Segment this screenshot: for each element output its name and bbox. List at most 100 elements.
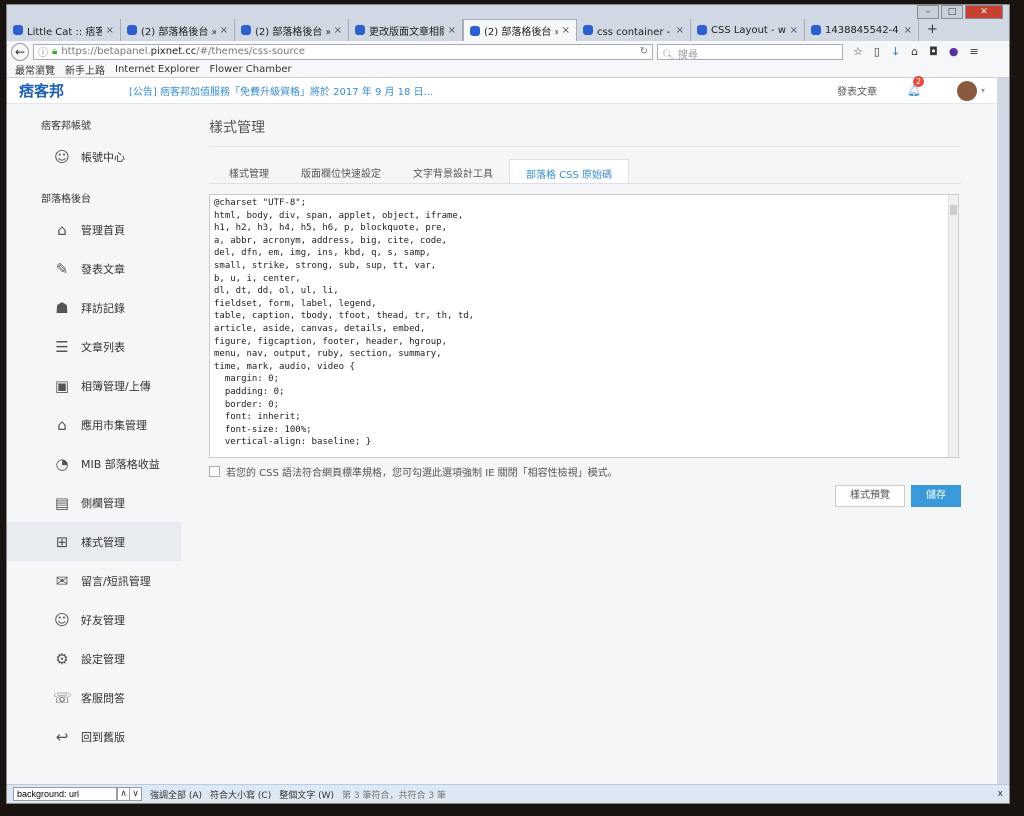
sidebar-item[interactable]: ◔ MIB 部落格收益 (7, 444, 181, 483)
yahoo-icon[interactable]: ● (949, 45, 959, 58)
announcement-link[interactable]: [公告] 痞客邦加值服務「免費升級資格」將於 2017 年 9 月 18 日..… (129, 83, 837, 98)
close-tab-icon[interactable]: × (562, 25, 570, 36)
sidebar-item[interactable]: ▤ 側欄管理 (7, 483, 181, 522)
home-icon: ⌂ (57, 220, 67, 239)
avatar[interactable] (956, 80, 977, 101)
browser-tab[interactable]: Little Cat :: 痞客邦 PIXNET × (7, 19, 121, 41)
tab-title: CSS Layout - width and (711, 24, 786, 36)
clipboard-icon[interactable]: ▯ (874, 45, 880, 58)
bookmark-item[interactable]: 新手上路 (65, 62, 105, 77)
sidebar-item[interactable]: ☗ 拜訪記錄 (7, 288, 181, 327)
search-input[interactable]: 🔍︎ 搜尋 (657, 43, 843, 61)
css-source-editor[interactable]: @charset "UTF-8"; html, body, div, span,… (209, 194, 959, 458)
close-window-button[interactable]: ✕ (965, 5, 1003, 19)
find-next-button[interactable]: ∨ (129, 787, 142, 801)
browser-tab[interactable]: (2) 部落格後台 » 樣式管理 × (463, 19, 577, 41)
close-tab-icon[interactable]: × (904, 25, 912, 36)
sidebar-item[interactable]: ↩ 回到舊版 (7, 717, 181, 756)
sidebar-item[interactable]: ☺ 好友管理 (7, 600, 181, 639)
info-icon[interactable]: ⓘ (38, 44, 48, 59)
preview-button[interactable]: 樣式預覽 (835, 485, 905, 507)
bookmark-item[interactable]: 最常瀏覽 (15, 62, 55, 77)
sidebar-item-label: 應用市集管理 (81, 418, 147, 432)
notification-badge: 2 (913, 76, 925, 87)
content-tab[interactable]: 版面欄位快速設定 (285, 159, 397, 183)
content-tab[interactable]: 文字背景設計工具 (397, 159, 509, 183)
sidebar-item-label: 發表文章 (81, 262, 125, 276)
page: 痞客邦 [公告] 痞客邦加值服務「免費升級資格」將於 2017 年 9 月 18… (7, 76, 997, 785)
post-article-link[interactable]: 發表文章 (837, 83, 877, 98)
edit-icon: ✎ (55, 259, 69, 278)
page-title: 樣式管理 (209, 117, 961, 147)
image-icon: ▣ (54, 376, 70, 395)
browser-tab[interactable]: css container - 雅虎奇摩 × (577, 19, 691, 41)
sidebar-item[interactable]: ☏ 客服問答 (7, 678, 181, 717)
close-tab-icon[interactable]: × (106, 25, 114, 36)
whole-words-button[interactable]: 整個文字 (W) (279, 788, 334, 801)
bookmark-item[interactable]: Flower Chamber (210, 64, 292, 75)
favicon-icon (127, 25, 137, 35)
gear-icon: ⚙ (55, 649, 69, 668)
bookmark-item[interactable]: Internet Explorer (115, 64, 200, 75)
reload-icon[interactable]: ↻ (640, 46, 648, 57)
site-header: 痞客邦 [公告] 痞客邦加值服務「免費升級資格」將於 2017 年 9 月 18… (7, 76, 997, 104)
save-button[interactable]: 儲存 (911, 485, 961, 507)
bookmarks-bar: 最常瀏覽 新手上路 Internet Explorer Flower Chamber (7, 62, 1009, 78)
close-tab-icon[interactable]: × (790, 25, 798, 36)
sidebar-item-label: 拜訪記錄 (81, 301, 125, 315)
new-tab-button[interactable]: + (919, 19, 946, 41)
minimize-button[interactable]: – (917, 5, 939, 19)
download-icon[interactable]: ↓ (891, 45, 900, 58)
url-prefix: https://betapanel. (61, 46, 151, 57)
sidebar-item[interactable]: ⊞ 樣式管理 (7, 522, 181, 561)
notification-bell-icon[interactable]: 🔔︎ 2 (907, 76, 925, 97)
home-icon[interactable]: ⌂ (911, 45, 918, 58)
chevron-down-icon[interactable]: ▾ (981, 86, 985, 95)
lock-icon: 🔒︎ (52, 46, 58, 57)
match-case-button[interactable]: 符合大小寫 (C) (210, 788, 271, 801)
sidebar-item[interactable]: ▣ 相簿管理/上傳 (7, 366, 181, 405)
browser-tab[interactable]: CSS Layout - width and × (691, 19, 805, 41)
sidebar-item[interactable]: ⌂ 應用市集管理 (7, 405, 181, 444)
address-bar[interactable]: ⓘ 🔒︎ https://betapanel.pixnet.cc/#/themes… (33, 43, 653, 60)
content-tab[interactable]: 部落格 CSS 原始碼 (509, 159, 630, 183)
browser-tab[interactable]: (2) 部落格後台 » 相簿管理 × (235, 19, 349, 41)
close-tab-icon[interactable]: × (334, 25, 342, 36)
friends-icon: ☺ (54, 610, 70, 629)
editor-scrollbar[interactable] (948, 195, 958, 457)
find-input[interactable] (13, 787, 117, 801)
sidebar-icon: ▤ (54, 493, 70, 512)
bookmark-star-icon[interactable]: ☆ (853, 45, 863, 58)
close-tab-icon[interactable]: × (676, 25, 684, 36)
back-arrow-icon: ↩ (55, 727, 69, 746)
sidebar-item[interactable]: ✉ 留言/短訊管理 (7, 561, 181, 600)
favicon-icon (241, 25, 251, 35)
url-domain: pixnet.cc (150, 46, 197, 57)
sidebar-item[interactable]: ☰ 文章列表 (7, 327, 181, 366)
sidebar-item[interactable]: ⚙ 設定管理 (7, 639, 181, 678)
ie-compat-checkbox[interactable] (209, 466, 220, 477)
window-controls: – □ ✕ (917, 5, 1003, 19)
tab-title: 1438845542-41646584 (825, 24, 900, 36)
close-tab-icon[interactable]: × (220, 25, 228, 36)
browser-tab[interactable]: 更改版面文章相關說明 × (349, 19, 463, 41)
message-icon: ✉ (55, 571, 69, 590)
close-tab-icon[interactable]: × (448, 25, 456, 36)
sidebar-item-label: MIB 部落格收益 (81, 457, 160, 471)
highlight-all-button[interactable]: 強調全部 (A) (150, 788, 202, 801)
back-button[interactable]: ← (11, 42, 29, 61)
content-tab[interactable]: 樣式管理 (213, 159, 285, 183)
close-find-bar-button[interactable]: x (998, 789, 1003, 799)
pocket-icon[interactable]: ◘ (929, 45, 938, 58)
tab-title: css container - 雅虎奇摩 (597, 26, 672, 38)
browser-tab[interactable]: (2) 部落格後台 » 發表文章 × (121, 19, 235, 41)
sidebar-item[interactable]: ⌂ 管理首頁 (7, 210, 181, 249)
browser-tab[interactable]: 1438845542-41646584 × (805, 19, 919, 41)
menu-icon[interactable]: ≡ (969, 45, 978, 58)
logo[interactable]: 痞客邦 (19, 80, 129, 101)
tab-strip: Little Cat :: 痞客邦 PIXNET×(2) 部落格後台 » 發表文… (7, 19, 1009, 41)
sidebar-item-account-center[interactable]: ☺ 帳號中心 (7, 137, 181, 176)
sidebar-item-label: 文章列表 (81, 340, 125, 354)
sidebar-item[interactable]: ✎ 發表文章 (7, 249, 181, 288)
maximize-button[interactable]: □ (941, 5, 963, 19)
